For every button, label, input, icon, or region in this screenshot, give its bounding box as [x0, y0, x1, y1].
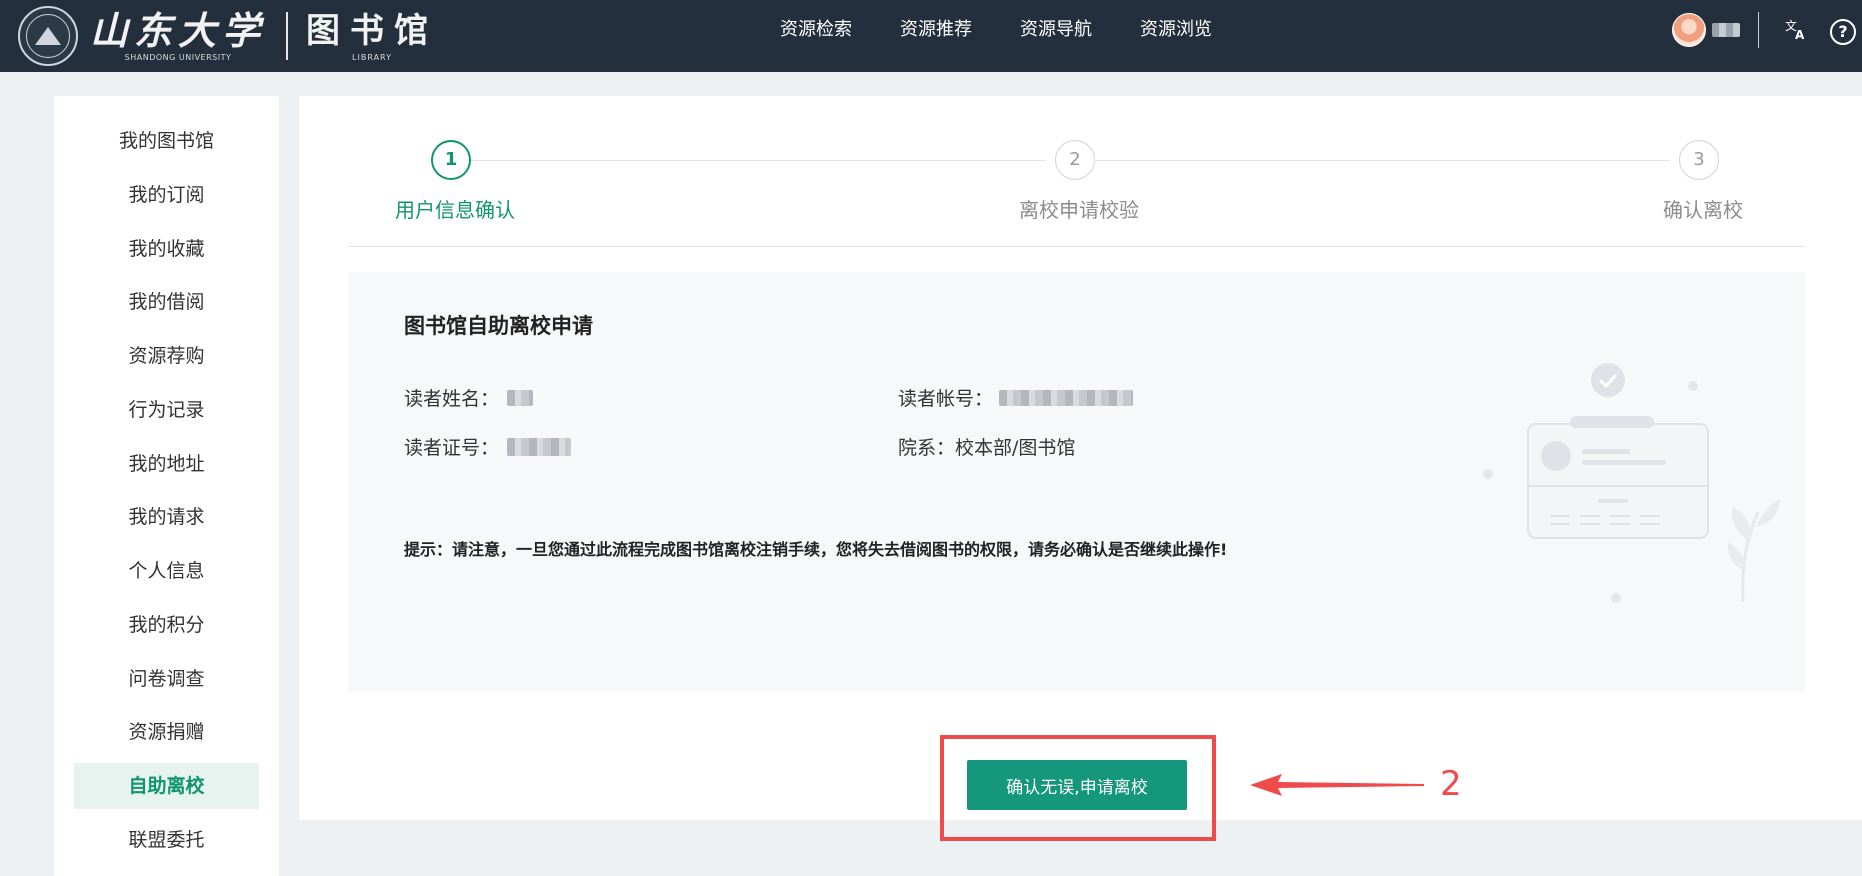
reader-account-label: 读者帐号：: [898, 388, 994, 410]
step-2-label: 离校申请校验: [1019, 198, 1139, 222]
sidebar-item-borrowing[interactable]: 我的借阅: [74, 279, 259, 325]
sidebar-item-self-checkout[interactable]: 自助离校: [74, 763, 259, 809]
nav-resource-browse[interactable]: 资源浏览: [1140, 0, 1212, 60]
department-label: 院系：: [898, 437, 956, 459]
svg-text:A: A: [1795, 28, 1805, 42]
reader-name-label: 读者姓名：: [404, 388, 500, 410]
nav-resource-recommend[interactable]: 资源推荐: [900, 0, 972, 60]
university-name: 山东大学: [90, 8, 267, 53]
main-nav: 资源检索 资源推荐 资源导航 资源浏览: [780, 0, 1260, 60]
sidebar-item-donation[interactable]: 资源捐赠: [74, 709, 259, 755]
main-content: 1 用户信息确认 2 离校申请校验 3 确认离校 图书馆自助离校申请 读者姓名：…: [299, 96, 1862, 820]
steps-divider: [348, 246, 1805, 247]
site-logo[interactable]: 山东大学 SHANDONG UNIVERSITY 图书馆 LIBRARY: [18, 6, 438, 66]
step-connector-1: [471, 160, 1045, 161]
sidebar-item-requests[interactable]: 我的请求: [74, 494, 259, 540]
step-1-indicator: 1: [431, 140, 471, 180]
avatar[interactable]: [1672, 13, 1706, 47]
sidebar-item-subscriptions[interactable]: 我的订阅: [74, 172, 259, 218]
sidebar-item-activity-log[interactable]: 行为记录: [74, 387, 259, 433]
annotation-arrow-icon: [1250, 774, 1424, 796]
annotation-highlight-box: [940, 735, 1216, 841]
step-3-label: 确认离校: [1663, 198, 1743, 222]
nav-resource-search[interactable]: 资源检索: [780, 0, 852, 60]
step-1-label: 用户信息确认: [395, 198, 515, 222]
logo-divider: [286, 12, 289, 60]
reader-account-row: 读者帐号：: [898, 384, 1134, 411]
sidebar-item-favorites[interactable]: 我的收藏: [74, 226, 259, 272]
reader-name-row: 读者姓名：: [404, 384, 534, 411]
reader-card-row: 读者证号：: [404, 433, 572, 460]
application-info-panel: 图书馆自助离校申请 读者姓名： 读者帐号： 读者证号： 院系： 校本部/图书馆 …: [348, 272, 1805, 692]
library-name: 图书馆: [306, 11, 439, 51]
header-divider: [1758, 12, 1759, 48]
help-icon[interactable]: ?: [1830, 19, 1856, 45]
step-2-indicator: 2: [1055, 140, 1095, 180]
library-name-en: LIBRARY: [352, 53, 392, 62]
sidebar-item-points[interactable]: 我的积分: [74, 602, 259, 648]
sidebar-item-my-library[interactable]: 我的图书馆: [74, 118, 259, 164]
nav-resource-navigation[interactable]: 资源导航: [1020, 0, 1092, 60]
department-value: 校本部/图书馆: [955, 437, 1076, 459]
application-title: 图书馆自助离校申请: [404, 314, 593, 338]
user-menu[interactable]: [1672, 12, 1740, 48]
sidebar-item-purchase-recommend[interactable]: 资源荐购: [74, 333, 259, 379]
university-name-en: SHANDONG UNIVERSITY: [124, 53, 232, 62]
warning-notice: 提示：请注意，一旦您通过此流程完成图书馆离校注销手续，您将失去借阅图书的权限，请…: [404, 540, 1228, 559]
reader-account-value-redacted: [999, 389, 1134, 406]
sidebar-item-survey[interactable]: 问卷调查: [74, 656, 259, 702]
id-card-illustration: [1483, 363, 1780, 603]
sidebar-item-addresses[interactable]: 我的地址: [74, 441, 259, 487]
sidebar-item-alliance-delegation[interactable]: 联盟委托: [74, 817, 259, 863]
reader-card-label: 读者证号：: [404, 437, 500, 459]
translate-icon[interactable]: 文 A: [1782, 16, 1810, 44]
step-connector-2: [1095, 160, 1669, 161]
reader-card-value-redacted: [507, 437, 572, 456]
sidebar-item-personal-info[interactable]: 个人信息: [74, 548, 259, 594]
reader-name-value-redacted: [507, 389, 534, 406]
user-name-redacted: [1712, 23, 1740, 37]
step-3-indicator: 3: [1679, 140, 1719, 180]
annotation-step-number: 2: [1440, 764, 1462, 804]
sidebar-menu: 我的图书馆 我的订阅 我的收藏 我的借阅 资源荐购 行为记录 我的地址 我的请求…: [54, 96, 279, 876]
top-navigation-bar: 山东大学 SHANDONG UNIVERSITY 图书馆 LIBRARY 资源检…: [0, 0, 1862, 72]
university-seal-icon: [18, 6, 78, 66]
department-row: 院系： 校本部/图书馆: [898, 433, 1075, 460]
